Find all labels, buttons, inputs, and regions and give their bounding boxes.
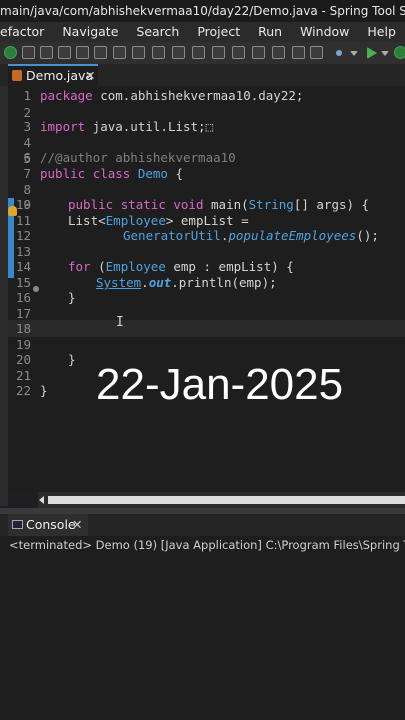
menu-navigate[interactable]: Navigate (62, 22, 118, 42)
code-line: 14 for (Employee emp : empList) { (15, 259, 294, 274)
tab-label: Console (26, 517, 76, 532)
menu-bar: efactor Navigate Search Project Run Window Hel… (0, 22, 405, 42)
history-icon[interactable] (292, 46, 305, 59)
scroll-left-icon[interactable] (39, 496, 44, 504)
spring-boot-icon[interactable] (4, 46, 17, 59)
console-output[interactable] (0, 554, 405, 720)
scrollbar-thumb[interactable] (48, 496, 405, 504)
close-icon[interactable]: ✕ (72, 514, 82, 536)
window-title-bar: main/java/com/abhishekvermaa10/day22/Dem… (0, 0, 405, 22)
left-panel-edge (0, 86, 8, 506)
menu-window[interactable]: Window (300, 22, 349, 42)
current-line: 18 (8, 320, 405, 337)
code-line: 7 public class Demo { (23, 166, 184, 181)
code-line: 1 package com.abhishekvermaa10.day22; (23, 88, 304, 103)
tab-demo-java[interactable]: Demo.java ✕ (8, 64, 98, 86)
console-icon (12, 520, 23, 529)
code-line: 10 public static void main(String[] args)… (15, 197, 370, 212)
console-status: <terminated> Demo (19) [Java Application… (0, 536, 405, 554)
save-icon[interactable] (40, 46, 53, 59)
java-file-icon (12, 70, 22, 81)
skip-breakpoints-icon[interactable] (132, 46, 145, 59)
menu-help[interactable]: Help (367, 22, 396, 42)
window-title: main/java/com/abhishekvermaa10/day22/Dem… (0, 4, 405, 18)
outline-icon[interactable] (252, 46, 265, 59)
tab-console[interactable]: Console ✕ (8, 514, 88, 536)
open-type-icon[interactable] (113, 46, 126, 59)
date-overlay: 22-Jan-2025 (96, 360, 344, 409)
console-tab-bar: Console ✕ (0, 514, 405, 536)
build-icon[interactable] (94, 46, 107, 59)
search-icon[interactable] (172, 46, 185, 59)
annotation-icon[interactable] (272, 46, 285, 59)
run-dropdown-icon[interactable] (381, 51, 389, 56)
tasks-icon[interactable] (232, 46, 245, 59)
editor-tab-bar: Demo.java ✕ (0, 64, 405, 87)
menu-project[interactable]: Project (197, 22, 240, 42)
debug-dropdown-icon[interactable] (350, 51, 358, 56)
horizontal-scrollbar[interactable] (38, 492, 405, 508)
close-icon[interactable]: ✕ (85, 66, 95, 85)
tab-label: Demo.java (26, 68, 94, 83)
markers-icon[interactable] (212, 46, 225, 59)
coverage-icon[interactable] (394, 46, 405, 59)
code-line: 6//@author abhishekvermaa10 (23, 150, 236, 165)
toggle-icon[interactable] (310, 46, 323, 59)
toolbar (0, 42, 405, 65)
debug-icon[interactable] (336, 50, 342, 56)
code-line: 3 import java.util.List;⬚ (23, 119, 214, 134)
print-icon[interactable] (58, 46, 71, 59)
code-line: 16} (15, 290, 76, 305)
copy-icon[interactable] (76, 46, 89, 59)
grid-icon[interactable] (192, 46, 205, 59)
run-icon[interactable] (367, 47, 377, 59)
menu-run[interactable]: Run (258, 22, 282, 42)
new-icon[interactable] (22, 46, 35, 59)
menu-refactor[interactable]: efactor (0, 22, 44, 42)
terminal-icon[interactable] (152, 46, 165, 59)
text-cursor-icon: I (116, 315, 124, 330)
menu-search[interactable]: Search (136, 22, 179, 42)
code-line: 12 GeneratorUtil.populateEmployees(); (15, 228, 379, 243)
fold-icon[interactable]: ⬚ (206, 119, 214, 134)
code-editor[interactable]: 1 package com.abhishekvermaa10.day22; 2 3… (8, 86, 405, 491)
